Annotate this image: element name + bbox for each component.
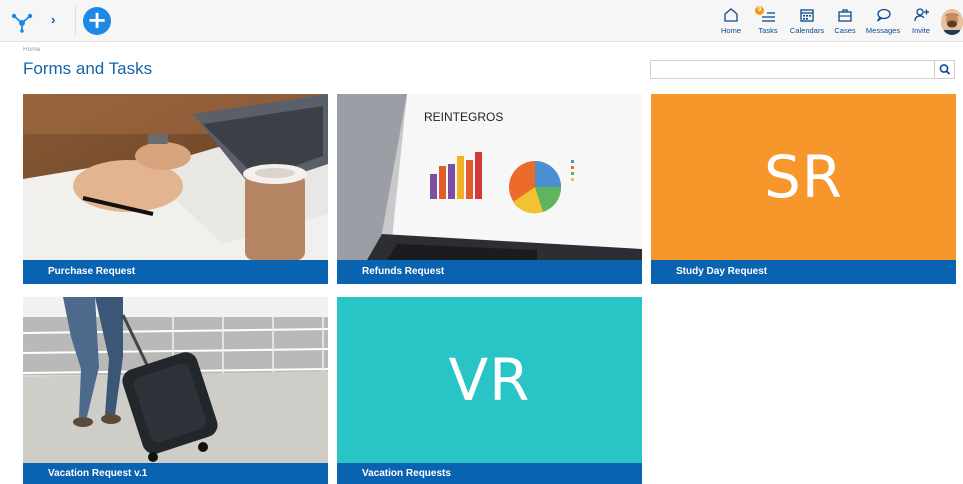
nav-calendars[interactable]: Calendars (788, 6, 826, 38)
chat-icon (876, 8, 891, 22)
card-title: Study Day Request (651, 260, 956, 284)
card-image: REINTEGROS (337, 94, 642, 260)
card-initials-tile: VR (337, 297, 642, 463)
top-bar: › + Home 9 Tasks Calendars Cases Message… (0, 0, 963, 42)
form-card-vacation-request-v1[interactable]: Vacation Request v.1 (23, 297, 328, 484)
form-card-purchase-request[interactable]: Purchase Request (23, 94, 328, 284)
nav-label: Cases (834, 26, 856, 35)
search-box (650, 60, 955, 79)
card-title: Purchase Request (23, 260, 328, 284)
card-title: Refunds Request (337, 260, 642, 284)
card-initials-tile: SR (651, 94, 956, 260)
form-card-study-day-request[interactable]: SR Study Day Request (651, 94, 956, 284)
nav-label: Messages (865, 26, 901, 35)
expand-menu-chevron-icon[interactable]: › (51, 12, 55, 27)
nav-label: Invite (912, 26, 930, 35)
laptop-screen-text: REINTEGROS (424, 110, 503, 124)
search-button[interactable] (934, 61, 954, 78)
user-avatar[interactable] (941, 9, 963, 35)
nav-invite[interactable]: Invite (908, 6, 934, 38)
home-icon (724, 8, 738, 22)
nav-label: Home (720, 26, 741, 35)
plus-icon: + (86, 6, 108, 34)
form-card-vacation-requests[interactable]: VR Vacation Requests (337, 297, 642, 484)
breadcrumb[interactable]: Home (23, 46, 40, 53)
card-initials: SR (763, 143, 844, 211)
tasks-count-badge: 9 (755, 6, 764, 15)
card-initials: VR (448, 346, 531, 414)
divider (75, 6, 76, 36)
card-image (23, 94, 328, 260)
nav-label: Calendars (789, 26, 825, 35)
form-card-refunds-request[interactable]: REINTEGROS Refunds Request (337, 94, 642, 284)
page-title: Forms and Tasks (23, 59, 153, 78)
card-image (23, 297, 328, 463)
add-user-icon (914, 8, 929, 22)
card-title: Vacation Request v.1 (23, 463, 328, 484)
search-icon (939, 64, 951, 75)
app-logo[interactable] (10, 9, 34, 33)
briefcase-icon (838, 9, 852, 22)
nav-home[interactable]: Home (716, 6, 746, 38)
search-input[interactable] (651, 61, 935, 78)
nav-label: Tasks (758, 26, 778, 35)
nav-messages[interactable]: Messages (864, 6, 902, 38)
calendar-icon (800, 9, 814, 22)
add-button[interactable]: + (83, 7, 111, 35)
nav-tasks[interactable]: 9 Tasks (753, 6, 783, 38)
card-title: Vacation Requests (337, 463, 642, 484)
nav-cases[interactable]: Cases (832, 6, 858, 38)
